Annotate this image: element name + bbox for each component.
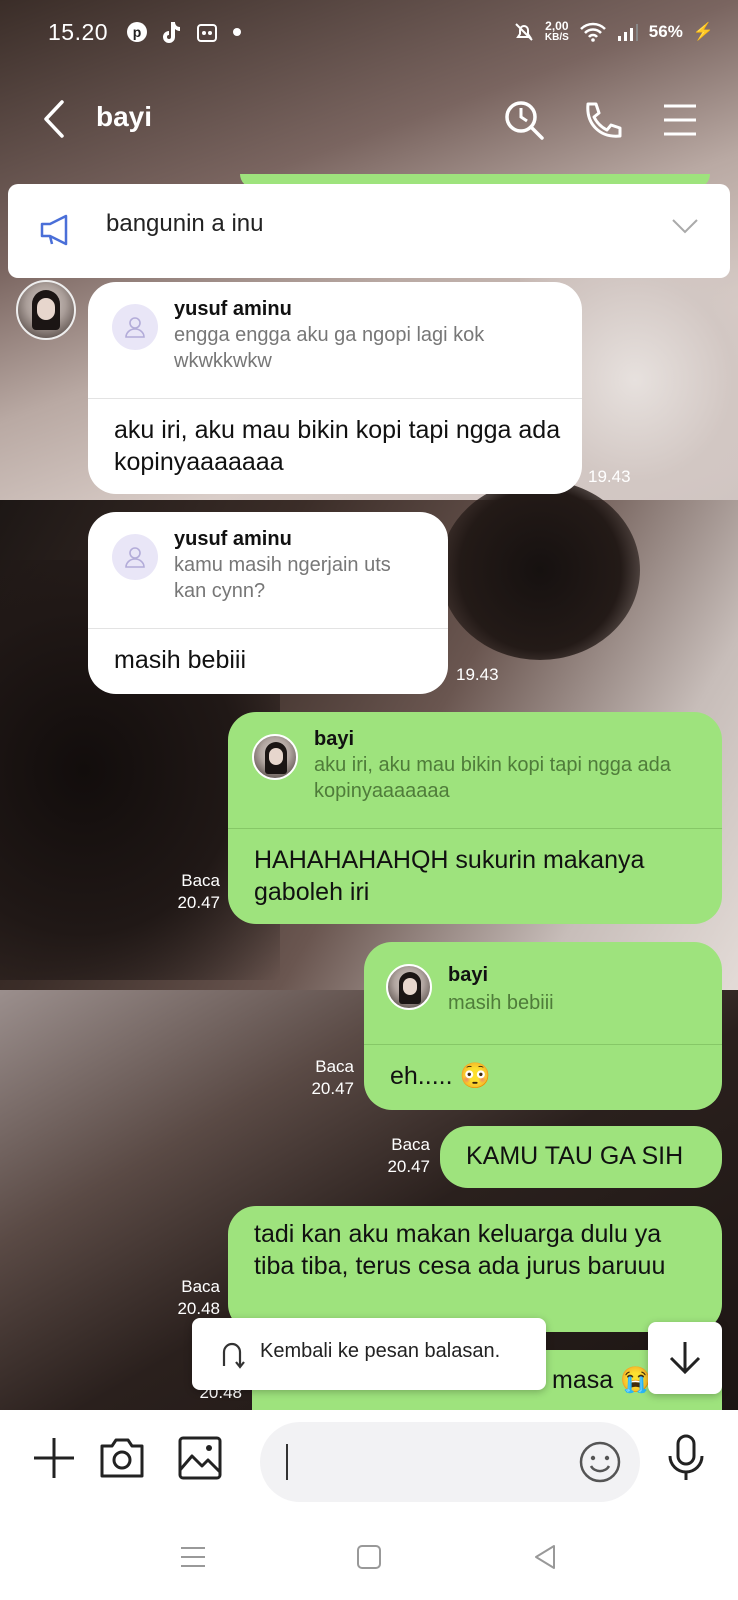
person-icon [125, 547, 145, 568]
reply-quote: kamu masih ngerjain uts kan cynn? [174, 554, 391, 602]
message-text: KAMU TAU GA SIH [466, 1142, 684, 1170]
recents-icon[interactable] [178, 1542, 208, 1572]
message-time: 19.43 [456, 665, 499, 684]
reply-return-icon [222, 1342, 245, 1369]
message-text: eh..... 😳 [390, 1062, 491, 1090]
mute-bell-icon [515, 23, 533, 41]
reply-avatar [386, 964, 432, 1010]
message-bubble-incoming[interactable]: yusuf aminu engga engga aku ga ngopi lag… [88, 282, 582, 494]
tiktok-icon [163, 22, 181, 43]
message-time: 20.47 [387, 1157, 430, 1176]
toast-text: Kembali ke pesan balasan. [260, 1340, 501, 1362]
message-text: HAHAHAHAHQH sukurin makanya gaboleh iri [254, 846, 645, 906]
contact-avatar[interactable] [16, 280, 76, 340]
wifi-icon [579, 22, 606, 42]
chat-title: bayi [96, 101, 153, 132]
reply-sender: yusuf aminu [174, 528, 292, 550]
message-meta: Baca 20.48 [168, 1276, 220, 1320]
status-app-icons: p [126, 20, 242, 44]
reply-avatar [112, 304, 158, 350]
mic-icon[interactable] [662, 1434, 710, 1482]
read-receipt: Baca [181, 1277, 220, 1296]
reply-quote: aku iri, aku mau bikin kopi tapi ngga ad… [314, 754, 671, 802]
message-bubble-outgoing[interactable]: bayi masih bebiii eh..... 😳 [364, 942, 722, 1110]
message-meta: Baca 20.47 [168, 870, 220, 914]
message-bubble-outgoing[interactable]: KAMU TAU GA SIH [440, 1126, 722, 1188]
chat-header: bayi [0, 64, 738, 174]
speed-value: 2,00 [545, 19, 569, 33]
reply-sender: bayi [448, 964, 489, 986]
person-icon [125, 317, 145, 338]
reply-avatar [112, 534, 158, 580]
network-speed: 2,00 KB/S [545, 20, 569, 44]
status-bar: 15.20 p 2,00 KB/S 56% ⚡ [0, 0, 738, 64]
reply-sender: bayi [314, 728, 355, 750]
read-receipt: Baca [181, 871, 220, 890]
reply-sender: yusuf aminu [174, 298, 292, 320]
message-bubble-incoming[interactable]: yusuf aminu kamu masih ngerjain uts kan … [88, 512, 448, 694]
read-receipt: Baca [315, 1057, 354, 1076]
call-icon[interactable] [580, 98, 624, 142]
chevron-down-icon[interactable] [670, 216, 700, 236]
charging-icon: ⚡ [692, 22, 714, 41]
emoji-icon[interactable] [578, 1440, 622, 1484]
svg-text:p: p [133, 24, 142, 40]
menu-icon[interactable] [658, 98, 702, 142]
status-right: 2,00 KB/S 56% ⚡ [513, 20, 714, 44]
message-time: 19.43 [588, 467, 631, 486]
message-input[interactable] [260, 1422, 640, 1502]
pinterest-icon: p [127, 22, 148, 42]
back-icon[interactable] [38, 98, 70, 140]
message-text: masih bebiii [114, 646, 247, 674]
message-text: tadi kan aku makan keluarga dulu ya tiba… [254, 1220, 666, 1280]
reply-divider [364, 1044, 722, 1045]
speed-unit: KB/S [544, 32, 569, 43]
reply-divider [88, 398, 582, 399]
megaphone-icon [40, 214, 68, 246]
message-text: aku iri, aku mau bikin kopi tapi ngga ad… [114, 416, 561, 476]
gallery-icon[interactable] [176, 1434, 224, 1482]
message-time: 20.48 [177, 1299, 220, 1318]
message-meta: Baca 20.47 [378, 1134, 430, 1178]
message-input-bar [0, 1410, 738, 1518]
reply-avatar [252, 734, 298, 780]
message-time: 20.47 [177, 893, 220, 912]
search-icon[interactable] [502, 98, 546, 142]
scroll-to-bottom-button[interactable] [648, 1322, 722, 1394]
app-icon [197, 24, 218, 42]
plus-icon[interactable] [30, 1434, 78, 1482]
dot-icon [233, 28, 242, 36]
message-bubble-outgoing[interactable]: bayi aku iri, aku mau bikin kopi tapi ng… [228, 712, 722, 924]
back-nav-icon[interactable] [530, 1542, 560, 1572]
home-icon[interactable] [354, 1542, 384, 1572]
back-to-reply-toast[interactable]: Kembali ke pesan balasan. [192, 1318, 546, 1390]
message-bubble-outgoing[interactable]: tadi kan aku makan keluarga dulu ya tiba… [228, 1206, 722, 1332]
battery-percent: 56% [648, 22, 683, 41]
announcement-text: bangunin a inu [106, 210, 264, 237]
status-time: 15.20 [48, 18, 109, 45]
reply-quote: masih bebiii [448, 992, 554, 1014]
reply-divider [88, 628, 448, 629]
announcement-banner[interactable]: bangunin a inu [8, 184, 730, 278]
message-time: 20.47 [311, 1079, 354, 1098]
arrow-down-icon [669, 1342, 701, 1375]
camera-icon[interactable] [98, 1434, 146, 1482]
reply-divider [228, 828, 722, 829]
text-caret [286, 1444, 288, 1480]
read-receipt: Baca [391, 1135, 430, 1154]
signal-icon [617, 24, 638, 41]
message-meta: Baca 20.47 [302, 1056, 354, 1100]
reply-quote: engga engga aku ga ngopi lagi kok wkwkkw… [174, 324, 485, 372]
system-nav-bar [0, 1518, 738, 1600]
